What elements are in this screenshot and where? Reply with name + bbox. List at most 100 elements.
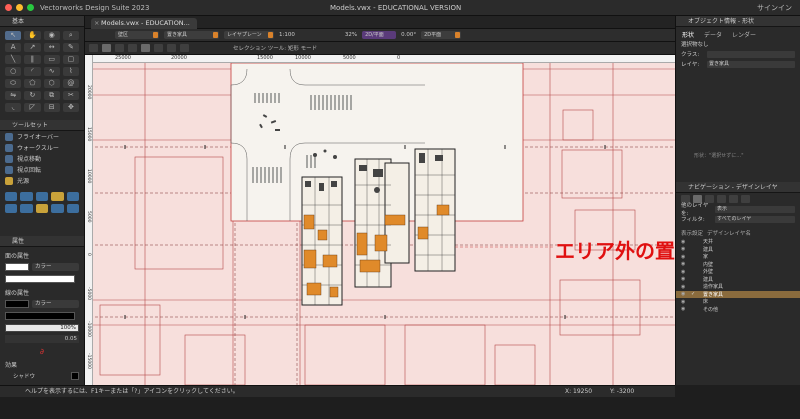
oval-tool-icon[interactable]: ⬭: [5, 79, 22, 88]
selection-tool-icon[interactable]: ↖: [5, 31, 22, 40]
nav-tab-icon[interactable]: [717, 194, 726, 203]
arc-tool-icon[interactable]: ◜: [24, 67, 41, 76]
callout-tool-icon[interactable]: ↗: [24, 43, 41, 52]
circle-tool-icon[interactable]: ○: [5, 67, 22, 76]
flyover-tool-icon[interactable]: ◉: [43, 31, 60, 40]
mode-button[interactable]: [167, 44, 176, 52]
layer-row[interactable]: ◉ 家: [676, 253, 800, 261]
plane-dropdown[interactable]: レイヤプレーン: [224, 31, 274, 39]
opacity-slider[interactable]: 100%: [5, 324, 79, 332]
toolset-furniture-icon[interactable]: [20, 204, 33, 213]
toolset-3d-icon[interactable]: [35, 192, 49, 201]
eye-icon[interactable]: ◉: [681, 261, 691, 267]
double-line-tool-icon[interactable]: ∥: [24, 55, 41, 64]
nav-tab-icon[interactable]: [741, 194, 750, 203]
tab-data[interactable]: データ: [704, 30, 722, 39]
line-style-dropdown[interactable]: カラー: [32, 300, 79, 308]
toolset-item[interactable]: フライオーバー: [0, 131, 84, 142]
dimension-tool-icon[interactable]: ↔: [43, 43, 60, 52]
eye-icon[interactable]: ◉: [681, 276, 691, 282]
layer-field[interactable]: 置き家具: [707, 60, 795, 68]
layer-row[interactable]: ◉ 内壁: [676, 261, 800, 269]
nav-tab-icon[interactable]: [729, 194, 738, 203]
filter-dropdown[interactable]: すべてのレイヤ: [715, 215, 795, 223]
rounded-rect-tool-icon[interactable]: ▢: [62, 55, 79, 64]
toolset-item[interactable]: 光源: [0, 175, 84, 186]
layer-row-active[interactable]: ◉ ✓ 置き家具: [676, 290, 800, 298]
clip-tool-icon[interactable]: ⊟: [43, 103, 60, 112]
close-window-button[interactable]: [5, 4, 12, 11]
fill-style-dropdown[interactable]: カラー: [32, 263, 79, 271]
reshape-tool-icon[interactable]: ✥: [62, 103, 79, 112]
render-dropdown[interactable]: 2D平面: [421, 31, 462, 39]
minimize-window-button[interactable]: [16, 4, 23, 11]
mirror-tool-icon[interactable]: ⇋: [5, 91, 22, 100]
mode-button[interactable]: [89, 44, 98, 52]
toolset-dims-icon[interactable]: [5, 192, 18, 201]
rotate-tool-icon[interactable]: ↻: [24, 91, 41, 100]
active-layer-dropdown[interactable]: 置き家具: [164, 31, 219, 39]
sign-in-link[interactable]: サインイン: [757, 3, 792, 13]
mode-button[interactable]: [102, 44, 111, 52]
layer-row[interactable]: ◉ 天井: [676, 238, 800, 246]
document-tab[interactable]: × Models.vwx - EDUCATION...: [91, 18, 197, 29]
eye-icon[interactable]: ◉: [681, 299, 691, 305]
text-tool-icon[interactable]: A: [5, 43, 22, 52]
shadow-color-swatch[interactable]: [71, 372, 79, 380]
eye-icon[interactable]: ◉: [681, 254, 691, 260]
chamfer-tool-icon[interactable]: ◸: [24, 103, 41, 112]
fill-color-swatch[interactable]: [5, 263, 29, 271]
eye-icon[interactable]: ◉: [681, 246, 691, 252]
toolset-building-icon[interactable]: [20, 192, 33, 201]
line-thickness-field[interactable]: 0.05: [5, 335, 79, 343]
mode-button[interactable]: [128, 44, 137, 52]
layer-row[interactable]: ◉ 造作家具: [676, 283, 800, 291]
toolset-detail-icon[interactable]: [51, 204, 64, 213]
maximize-window-button[interactable]: [27, 4, 34, 11]
freehand-tool-icon[interactable]: ∿: [43, 67, 60, 76]
drawing-canvas[interactable]: 25000 20000 15000 10000 5000 0 20000 150…: [85, 55, 675, 385]
eye-icon[interactable]: ◉: [681, 239, 691, 245]
toolset-lighting-icon[interactable]: [35, 204, 49, 213]
line-tool-icon[interactable]: ╲: [5, 55, 22, 64]
angle-value[interactable]: 0.00°: [401, 32, 416, 38]
layer-row[interactable]: ◉ 床: [676, 298, 800, 306]
tab-render[interactable]: レンダー: [732, 30, 756, 39]
toolset-item[interactable]: ウォークスルー: [0, 142, 84, 153]
toolset-item[interactable]: 視点回転: [0, 164, 84, 175]
split-tool-icon[interactable]: ✂: [62, 91, 79, 100]
mode-button[interactable]: [180, 44, 189, 52]
layer-row[interactable]: ◉ 外壁: [676, 268, 800, 276]
mode-button[interactable]: [154, 44, 163, 52]
toolset-misc-icon[interactable]: [66, 204, 79, 213]
zoom-tool-icon[interactable]: ⌕: [62, 31, 79, 40]
polygon-tool-icon[interactable]: ⬠: [24, 79, 41, 88]
layer-row[interactable]: ◉ その他: [676, 306, 800, 314]
line-color-swatch[interactable]: [5, 300, 29, 308]
eye-icon[interactable]: ◉: [681, 291, 691, 297]
active-class-dropdown[interactable]: 壁区: [115, 31, 159, 39]
rect-mode-button[interactable]: [141, 44, 150, 52]
eye-icon[interactable]: ◉: [681, 284, 691, 290]
view-dropdown[interactable]: 2D/平面: [362, 31, 397, 39]
polyline-tool-icon[interactable]: ⌇: [62, 67, 79, 76]
layer-row[interactable]: ◉ 建具: [676, 246, 800, 254]
eye-icon[interactable]: ◉: [681, 306, 691, 312]
close-tab-icon[interactable]: ×: [94, 18, 99, 29]
eye-icon[interactable]: ◉: [681, 269, 691, 275]
class-field[interactable]: [707, 50, 795, 58]
toolset-visualization-icon[interactable]: [51, 192, 64, 201]
rectangle-tool-icon[interactable]: ▭: [43, 55, 60, 64]
mode-button[interactable]: [115, 44, 124, 52]
pan-tool-icon[interactable]: ✋: [24, 31, 41, 40]
toolset-item[interactable]: 視点移動: [0, 153, 84, 164]
eyedropper-tool-icon[interactable]: ✎: [62, 43, 79, 52]
arrowhead-icon[interactable]: ∂: [0, 347, 84, 356]
scale-value[interactable]: 1:100: [279, 32, 295, 38]
regular-polygon-tool-icon[interactable]: ⬡: [43, 79, 60, 88]
tab-shape[interactable]: 形状: [682, 30, 694, 39]
toolset-landscape-icon[interactable]: [5, 204, 18, 213]
spiral-tool-icon[interactable]: @: [62, 79, 79, 88]
fillet-tool-icon[interactable]: ◟: [5, 103, 22, 112]
offset-tool-icon[interactable]: ⧉: [43, 91, 60, 100]
